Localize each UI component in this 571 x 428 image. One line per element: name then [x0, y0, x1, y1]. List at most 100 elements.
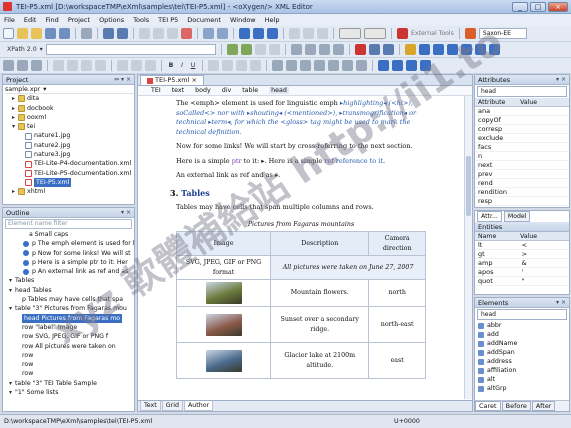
breadcrumb-body[interactable]: body	[195, 87, 211, 94]
join-element-icon[interactable]	[95, 60, 106, 71]
forward-icon[interactable]	[253, 28, 264, 39]
tab-caret[interactable]: Caret	[475, 401, 501, 411]
attribute-row[interactable]: facs	[475, 143, 569, 152]
split-cell-icon[interactable]	[356, 60, 367, 71]
layout-icon[interactable]	[289, 28, 300, 39]
insert-figure-icon[interactable]	[31, 60, 42, 71]
open-folder-icon[interactable]	[17, 28, 28, 39]
maximize-button[interactable]: □	[530, 2, 546, 12]
close-button[interactable]: ×	[548, 2, 568, 12]
new-file-icon[interactable]	[3, 28, 14, 39]
outline-item[interactable]: ▾ table "3" Pictures from Fagaras mou	[5, 304, 134, 313]
apply-scenario-icon[interactable]	[382, 44, 394, 55]
project-tree-item[interactable]: nature2.jpg	[5, 141, 134, 150]
outline-item[interactable]: p Here is a simple ptr to it: Her	[5, 258, 134, 267]
format-indent-icon[interactable]	[290, 44, 302, 55]
menu-file[interactable]: File	[4, 16, 15, 24]
breadcrumb-tei[interactable]: TEI	[151, 87, 161, 94]
run-transform-icon[interactable]	[354, 44, 366, 55]
redo-icon[interactable]	[117, 28, 128, 39]
menu-edit[interactable]: Edit	[24, 16, 37, 24]
unwrap-icon[interactable]	[131, 60, 142, 71]
insert-list-icon[interactable]	[236, 60, 247, 71]
project-tree-item[interactable]: nature3.jpg	[5, 150, 134, 159]
project-tree-item[interactable]: ▸ docbook	[5, 104, 134, 113]
transformer-select[interactable]: Saxon-EE	[478, 28, 527, 39]
outline-item[interactable]: p The emph element is used for l	[5, 239, 134, 248]
tab-text[interactable]: Text	[140, 401, 161, 411]
open-url-icon[interactable]	[31, 28, 42, 39]
xquery-debugger-icon[interactable]	[364, 28, 386, 39]
editor-scrollbar[interactable]	[464, 96, 472, 399]
paragraph-external[interactable]: An external link as ref and as ▸.	[176, 171, 436, 181]
column-properties-icon[interactable]	[420, 60, 431, 71]
outline-item[interactable]: row All pictures were taken on	[5, 342, 134, 351]
table-cell[interactable]: Mountain flowers.	[270, 279, 370, 307]
project-tree-item[interactable]: TEI-Lite-P4-documentation.xml	[5, 159, 134, 168]
menu-tools[interactable]: Tools	[133, 16, 149, 24]
transform-icon[interactable]	[464, 28, 476, 39]
outline-item[interactable]: head Pictures from Fagaras mo	[5, 313, 134, 323]
outline-item[interactable]: p An external link as ref and as	[5, 267, 134, 276]
chevron-down-icon[interactable]: ▾	[43, 85, 46, 94]
panel-close-icon[interactable]: ⇔ ▾ ×	[114, 75, 131, 85]
outline-item[interactable]: ▾ head Tables	[5, 286, 134, 295]
insert-section-icon[interactable]	[3, 60, 14, 71]
external-tools-icon[interactable]	[397, 28, 408, 39]
nature-image[interactable]	[205, 313, 242, 336]
menu-find[interactable]: Find	[45, 16, 58, 24]
outline-item[interactable]: p Now for some links! We will st	[5, 249, 134, 258]
nature-image[interactable]	[205, 349, 242, 372]
element-item[interactable]: affiliation	[475, 366, 569, 375]
editor-tab[interactable]: TEI-P5.xml ×	[140, 75, 204, 85]
attribute-row[interactable]: prev	[475, 170, 569, 179]
tab-attributes[interactable]: Attr...	[477, 211, 502, 222]
insert-table-icon[interactable]	[272, 60, 283, 71]
paragraph-ptr[interactable]: Here is a simple ptr to it: ▸. Here is a…	[176, 157, 436, 167]
outline-icon[interactable]	[332, 44, 344, 55]
breadcrumb-table[interactable]: table	[242, 87, 258, 94]
attribute-row[interactable]: exclude	[475, 134, 569, 143]
toggle-comment-icon[interactable]	[304, 44, 316, 55]
outline-filter-input[interactable]: Element name filter	[5, 219, 132, 229]
last-edit-icon[interactable]	[267, 28, 278, 39]
outline-item[interactable]: row "label" Image	[5, 323, 134, 332]
table-cell[interactable]: north	[368, 279, 426, 307]
validate-icon[interactable]	[240, 44, 252, 55]
panel-close-icon[interactable]: ▾ ×	[121, 208, 131, 218]
attribute-row[interactable]: rend	[475, 179, 569, 188]
column-header[interactable]: Camera direction	[368, 231, 426, 256]
move-icon[interactable]	[318, 44, 330, 55]
xpath-version-select[interactable]: XPath 2.0	[7, 46, 37, 53]
soft-wrap-icon[interactable]	[418, 44, 430, 55]
column-header[interactable]: Image	[175, 231, 272, 256]
element-item[interactable]: altGrp	[475, 384, 569, 393]
configure-scenario-icon[interactable]	[368, 44, 380, 55]
tab-author[interactable]: Author	[183, 401, 214, 411]
table-cell[interactable]	[175, 279, 272, 307]
insert-paragraph-icon[interactable]	[17, 60, 28, 71]
profiling-icon[interactable]	[446, 44, 458, 55]
menu-options[interactable]: Options	[99, 16, 124, 24]
outline-item[interactable]: row SVG, JPEG, GIF or PNG f	[5, 332, 134, 341]
paste-icon[interactable]	[167, 28, 178, 39]
outline-item[interactable]: row	[5, 369, 134, 378]
elements-context-select[interactable]: head	[477, 309, 567, 320]
pictures-table[interactable]: Pictures from Fagaras mountains Image De…	[175, 218, 426, 379]
external-tools-label[interactable]: External Tools	[411, 30, 454, 37]
print-icon[interactable]	[81, 28, 92, 39]
menu-help[interactable]: Help	[265, 16, 280, 24]
row-properties-icon[interactable]	[406, 60, 417, 71]
track-changes-icon[interactable]	[488, 44, 500, 55]
cut-icon[interactable]	[139, 28, 150, 39]
surround-icon[interactable]	[117, 60, 128, 71]
attribute-row[interactable]: copyOf	[475, 116, 569, 125]
section-heading[interactable]: 3. Tables	[170, 188, 436, 199]
paragraph-links[interactable]: Now for some links! We will start by cro…	[176, 142, 436, 152]
undo-icon[interactable]	[103, 28, 114, 39]
project-tree-item[interactable]: nature1.jpg	[5, 131, 134, 140]
element-item[interactable]: abbr	[475, 321, 569, 330]
save-icon[interactable]	[45, 28, 56, 39]
paragraph-emph[interactable]: The <emph> element is used for linguisti…	[176, 99, 436, 137]
xpath-input[interactable]	[45, 44, 216, 55]
